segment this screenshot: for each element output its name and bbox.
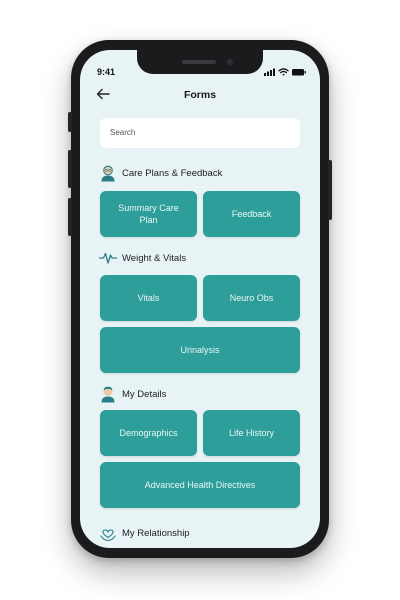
tile-urinalysis[interactable]: Urinalysis xyxy=(100,327,300,373)
battery-icon xyxy=(292,69,306,76)
nurse-avatar-icon xyxy=(98,163,118,183)
wifi-icon xyxy=(278,68,289,76)
section-title: Weight & Vitals xyxy=(122,252,187,264)
section-my-relationship: My Relationship xyxy=(98,523,190,543)
tile-life-history[interactable]: Life History xyxy=(203,410,300,456)
front-camera xyxy=(227,59,233,65)
search-input[interactable] xyxy=(100,118,300,148)
volume-down-button xyxy=(68,198,72,236)
signal-icon xyxy=(264,68,275,76)
section-care-plans: Care Plans & Feedback xyxy=(98,163,222,183)
status-time: 9:41 xyxy=(97,67,116,77)
tile-feedback[interactable]: Feedback xyxy=(203,191,300,237)
section-weight-vitals: Weight & Vitals xyxy=(98,248,186,268)
heartbeat-icon xyxy=(98,248,118,268)
tile-vitals[interactable]: Vitals xyxy=(100,275,197,321)
page-title: Forms xyxy=(183,89,217,101)
section-title: My Relationship xyxy=(122,527,190,539)
tile-demographics[interactable]: Demographics xyxy=(100,410,197,456)
tile-advanced-health-directives[interactable]: Advanced Health Directives xyxy=(100,462,300,508)
mute-switch xyxy=(68,112,72,132)
section-title: Care Plans & Feedback xyxy=(122,167,223,179)
heart-hands-icon xyxy=(98,523,118,543)
tile-summary-care-plan[interactable]: Summary Care Plan xyxy=(100,191,197,237)
power-button xyxy=(328,160,332,220)
status-icons xyxy=(264,68,306,76)
section-title: My Details xyxy=(122,388,167,400)
speaker xyxy=(182,60,216,64)
volume-up-button xyxy=(68,150,72,188)
section-my-details: My Details xyxy=(98,384,166,404)
back-arrow-icon[interactable] xyxy=(96,88,110,100)
tile-neuro-obs[interactable]: Neuro Obs xyxy=(203,275,300,321)
person-avatar-icon xyxy=(98,384,118,404)
